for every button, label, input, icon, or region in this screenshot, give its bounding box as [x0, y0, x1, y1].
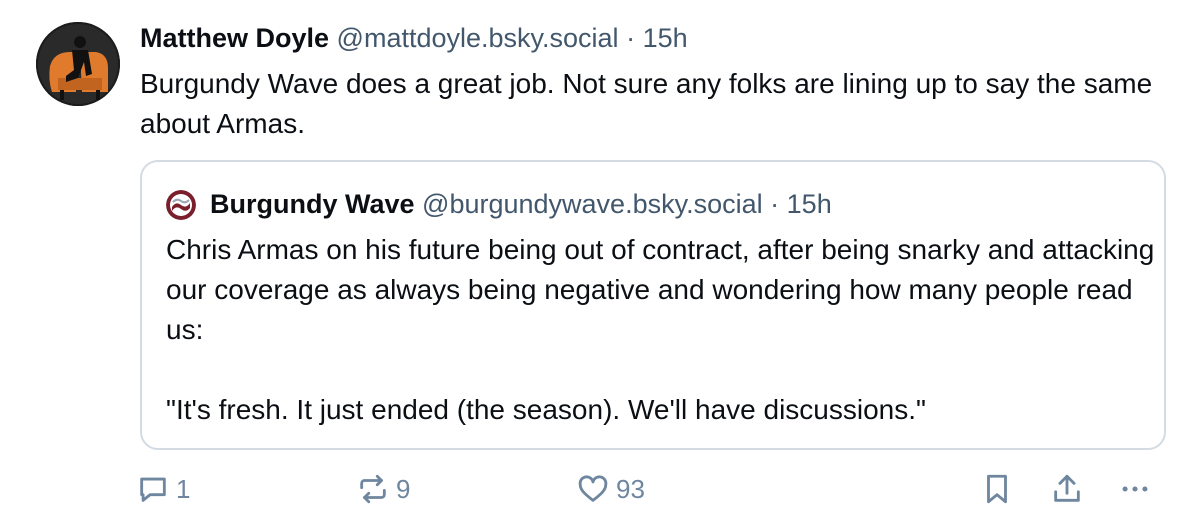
repost-button[interactable]: 9 — [356, 466, 410, 512]
author-handle[interactable]: @mattdoyle.bsky.social — [337, 23, 619, 53]
like-icon — [576, 472, 610, 506]
quoted-post-card[interactable]: Burgundy Wave @burgundywave.bsky.social … — [140, 160, 1166, 450]
like-count: 93 — [616, 473, 645, 504]
quote-author-name[interactable]: Burgundy Wave — [210, 189, 415, 219]
bookmark-button[interactable] — [980, 466, 1014, 512]
share-button[interactable] — [1050, 466, 1084, 512]
share-icon — [1050, 472, 1084, 506]
separator-dot: · — [626, 23, 636, 53]
reply-button[interactable]: 1 — [136, 466, 190, 512]
post-actions-bar: 1 9 93 — [0, 466, 1196, 512]
quote-author-avatar[interactable] — [166, 190, 196, 220]
quote-header: Burgundy Wave @burgundywave.bsky.social … — [210, 186, 832, 222]
quote-author-handle[interactable]: @burgundywave.bsky.social — [422, 189, 763, 219]
author-avatar[interactable] — [36, 22, 120, 106]
post-text: Burgundy Wave does a great job. Not sure… — [140, 68, 1160, 139]
post-timestamp[interactable]: 15h — [643, 23, 688, 53]
post-header: Matthew Doyle @mattdoyle.bsky.social · 1… — [140, 20, 688, 56]
repost-count: 9 — [396, 473, 411, 504]
like-button[interactable]: 93 — [576, 466, 645, 512]
bookmark-icon — [980, 472, 1014, 506]
quote-text: Chris Armas on his future being out of c… — [166, 234, 1155, 425]
more-options-button[interactable] — [1118, 466, 1152, 512]
quote-separator-dot: · — [770, 189, 780, 219]
author-name[interactable]: Matthew Doyle — [140, 23, 329, 53]
quote-timestamp[interactable]: 15h — [787, 189, 832, 219]
reply-icon — [136, 472, 170, 506]
more-icon — [1118, 472, 1152, 506]
repost-icon — [356, 472, 390, 506]
reply-count: 1 — [176, 473, 191, 504]
